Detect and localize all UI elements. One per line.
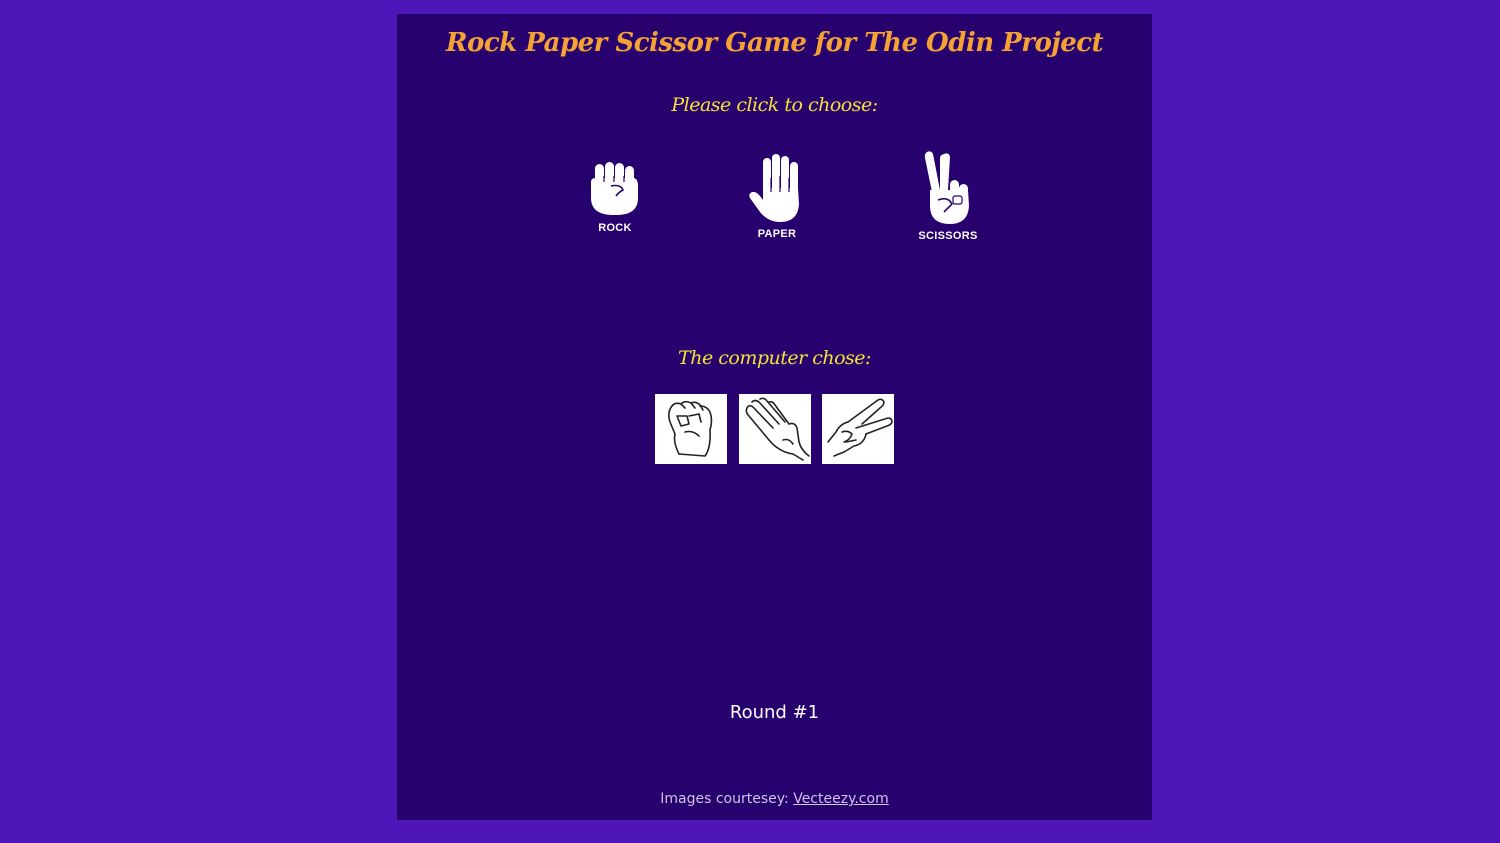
rock-label: ROCK: [598, 222, 632, 234]
rock-hand-icon: [591, 162, 638, 215]
player-prompt: Please click to choose:: [671, 94, 878, 116]
scissors-outline-icon: [827, 398, 893, 457]
credit-prefix: Images courtesey:: [660, 791, 794, 807]
computer-paper-tile: [739, 394, 811, 464]
round-counter: Round #1: [729, 702, 820, 723]
scissors-label: SCISSORS: [918, 230, 978, 242]
image-credit: Images courtesey: Vecteezy.com: [397, 791, 1152, 807]
scissors-hand-icon: [924, 151, 969, 224]
paper-outline-icon: [745, 397, 810, 461]
game-panel: Rock Paper Scissor Game for The Odin Pro…: [397, 14, 1152, 820]
rock-outline-icon: [668, 400, 713, 457]
computer-scissors-tile: [822, 394, 894, 464]
computer-prompt: The computer chose:: [678, 347, 871, 369]
scissors-button[interactable]: SCISSORS: [908, 150, 988, 242]
paper-hand-icon: [749, 154, 799, 222]
page-title: Rock Paper Scissor Game for The Odin Pro…: [445, 28, 1104, 58]
paper-label: PAPER: [757, 228, 797, 240]
paper-button[interactable]: PAPER: [737, 154, 817, 240]
rock-button[interactable]: ROCK: [575, 162, 655, 234]
computer-rock-tile: [655, 394, 727, 464]
vecteezy-link[interactable]: Vecteezy.com: [793, 791, 889, 807]
